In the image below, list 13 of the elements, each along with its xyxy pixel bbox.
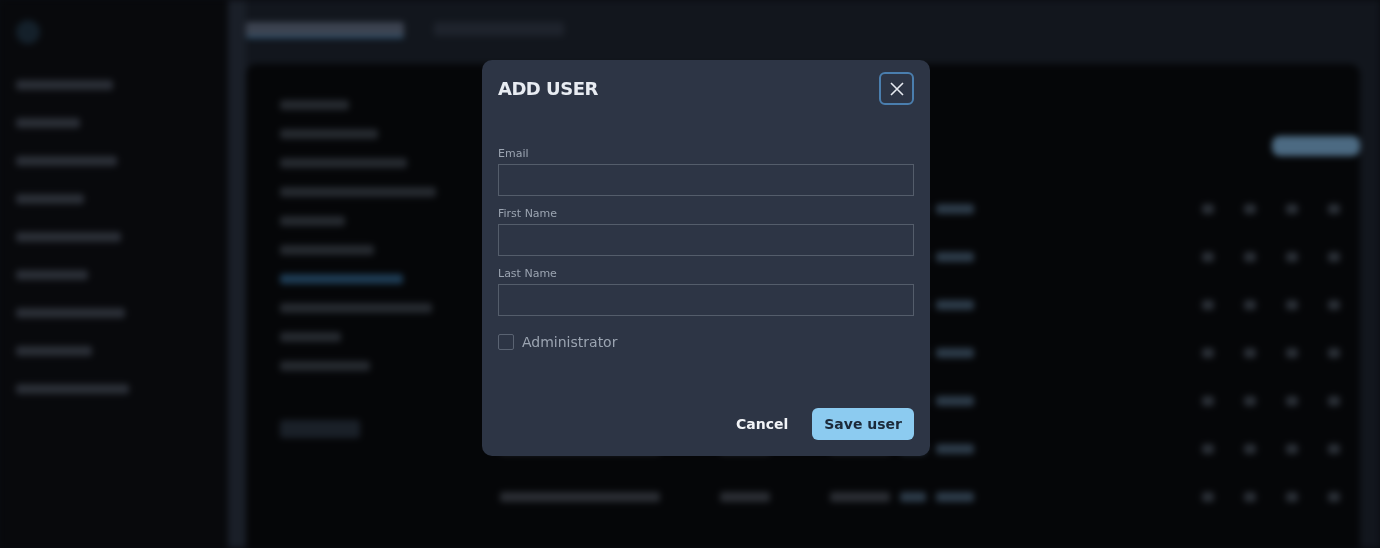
field-label: First Name [498, 207, 559, 220]
cancel-button[interactable]: Cancel [726, 408, 799, 440]
input-field[interactable] [498, 224, 914, 256]
field-label: Email [498, 147, 530, 160]
field-label: Last Name [498, 267, 558, 280]
close-icon [888, 80, 905, 97]
input-field[interactable] [498, 164, 914, 196]
close-button[interactable] [879, 72, 914, 105]
save-button[interactable]: Save user [812, 408, 914, 440]
checkbox-label: Administrator [522, 334, 618, 350]
dialog-title: ADD USER [498, 78, 598, 99]
checkbox[interactable] [498, 334, 514, 350]
input-field[interactable] [498, 284, 914, 316]
